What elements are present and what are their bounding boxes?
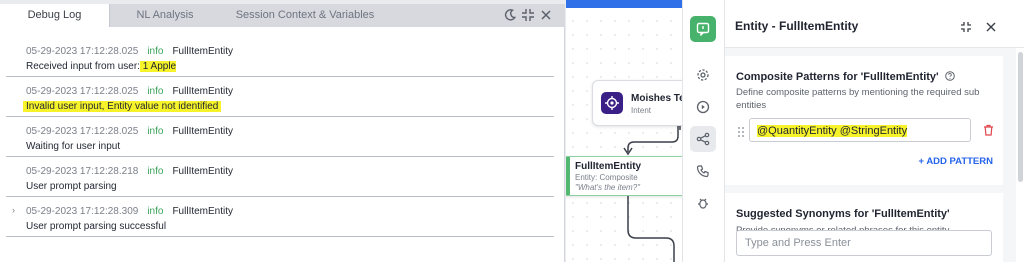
log-timestamp: 05-29-2023 17:12:28.025 — [26, 46, 139, 57]
help-icon[interactable] — [944, 71, 955, 81]
bug-icon — [698, 198, 708, 209]
entity-panel: Entity - FullItemEntity Composite Patter… — [724, 0, 1024, 262]
log-level: info — [147, 86, 164, 97]
tab-nl-analysis[interactable]: NL Analysis — [110, 4, 220, 27]
panel-header: Entity - FullItemEntity — [725, 0, 1024, 48]
composite-patterns-description: Define composite patterns by mentioning … — [736, 87, 980, 111]
log-entry[interactable]: › 05-29-2023 17:12:28.309 info FullItemEnt… — [6, 198, 554, 237]
collapse-arrows-icon[interactable] — [960, 21, 972, 33]
log-entity: FullItemEntity — [172, 46, 234, 57]
log-timestamp: 05-29-2023 17:12:28.218 — [26, 166, 139, 177]
intent-node-type: Intent — [631, 106, 652, 115]
panel-body: Composite Patterns for 'FullItemEntity' … — [725, 48, 1016, 262]
add-pattern-button[interactable]: + ADD PATTERN — [918, 156, 993, 167]
rail-component-button[interactable] — [690, 16, 716, 42]
debug-panel: Debug Log NL Analysis Session Context & … — [0, 4, 565, 262]
flow-connector — [623, 124, 681, 262]
play-circle-icon — [696, 100, 710, 114]
suggested-synonyms-title: Suggested Synonyms for 'FullItemEntity' — [736, 208, 950, 220]
intent-node-title: Moishes Test — [631, 93, 682, 104]
tab-session-context[interactable]: Session Context & Variables — [225, 4, 385, 27]
intent-icon — [601, 92, 623, 114]
synonyms-input[interactable] — [736, 230, 992, 256]
debug-tabbar: Debug Log NL Analysis Session Context & … — [0, 4, 565, 27]
composite-pattern-field[interactable]: @QuantityEntity @StringEntity — [749, 118, 971, 142]
rail-settings-button[interactable] — [690, 62, 716, 88]
rail-advanced-button[interactable] — [690, 190, 716, 216]
tab-debug-log[interactable]: Debug Log — [0, 4, 110, 27]
rail-connections-button[interactable] — [690, 126, 716, 152]
highlight-mark: 1 Apple — [139, 61, 177, 72]
entity-node[interactable]: FullItemEntity Entity: Composite "What's… — [566, 156, 682, 196]
entity-node-strip — [566, 157, 570, 195]
log-level: info — [147, 126, 164, 137]
log-entry[interactable]: 05-29-2023 17:12:28.218 info FullItemEntit… — [6, 158, 554, 197]
close-debug-icon[interactable] — [539, 8, 553, 22]
composite-pattern-value: @QuantityEntity @StringEntity — [757, 125, 908, 137]
log-entity: FullItemEntity — [172, 126, 234, 137]
phone-icon — [696, 165, 709, 178]
rail-play-button[interactable] — [690, 94, 716, 120]
log-timestamp: 05-29-2023 17:12:28.309 — [26, 206, 139, 217]
log-message: Invalid user input, Entity value not ide… — [23, 101, 222, 112]
log-message: Waiting for user input — [26, 141, 121, 152]
share-nodes-icon — [696, 132, 710, 146]
log-message: User prompt parsing — [26, 181, 117, 192]
log-message: User prompt parsing successful — [26, 221, 167, 232]
log-level: info — [147, 166, 164, 177]
log-entry[interactable]: 05-29-2023 17:12:28.025 info FullItemEntit… — [6, 38, 554, 77]
collapse-arrows-icon[interactable] — [521, 8, 535, 22]
log-level: info — [147, 46, 164, 57]
log-message: Received input from user: 1 Apple — [26, 61, 177, 72]
log-entity: FullItemEntity — [172, 86, 234, 97]
drag-handle-icon[interactable] — [737, 126, 745, 138]
log-level: info — [147, 206, 164, 217]
log-timestamp: 05-29-2023 17:12:28.025 — [26, 126, 139, 137]
entity-node-title: FullItemEntity — [575, 161, 642, 172]
log-entry[interactable]: 05-29-2023 17:12:28.025 info FullItemEntit… — [6, 78, 554, 117]
log-entry[interactable]: 05-29-2023 17:12:28.025 info FullItemEntit… — [6, 118, 554, 157]
scrollbar-thumb[interactable] — [1018, 52, 1023, 182]
flow-canvas[interactable]: Moishes Test Intent FullItemEntity Entit… — [566, 0, 682, 262]
properties-rail — [682, 0, 724, 262]
highlight-mark: Invalid user input, Entity value not ide… — [23, 101, 222, 112]
log-entity: FullItemEntity — [172, 166, 234, 177]
intent-node[interactable]: Moishes Test Intent — [592, 80, 682, 126]
log-entity: FullItemEntity — [172, 206, 234, 217]
gear-icon — [697, 69, 709, 81]
trash-icon[interactable] — [983, 124, 994, 136]
entity-node-type: Entity: Composite — [575, 173, 638, 182]
panel-title: Entity - FullItemEntity — [735, 19, 859, 33]
theme-moon-icon[interactable] — [503, 8, 517, 22]
message-icon — [696, 22, 710, 36]
log-timestamp: 05-29-2023 17:12:28.025 — [26, 86, 139, 97]
composite-patterns-section: Composite Patterns for 'FullItemEntity' … — [725, 56, 1003, 185]
chevron-right-icon[interactable]: › — [12, 205, 15, 215]
panel-scrollbar[interactable] — [1016, 48, 1024, 262]
entity-node-prompt: "What's the item?" — [575, 183, 641, 192]
rail-voice-button[interactable] — [690, 158, 716, 184]
close-icon[interactable] — [985, 21, 997, 33]
composite-patterns-title: Composite Patterns for 'FullItemEntity' — [736, 71, 939, 83]
